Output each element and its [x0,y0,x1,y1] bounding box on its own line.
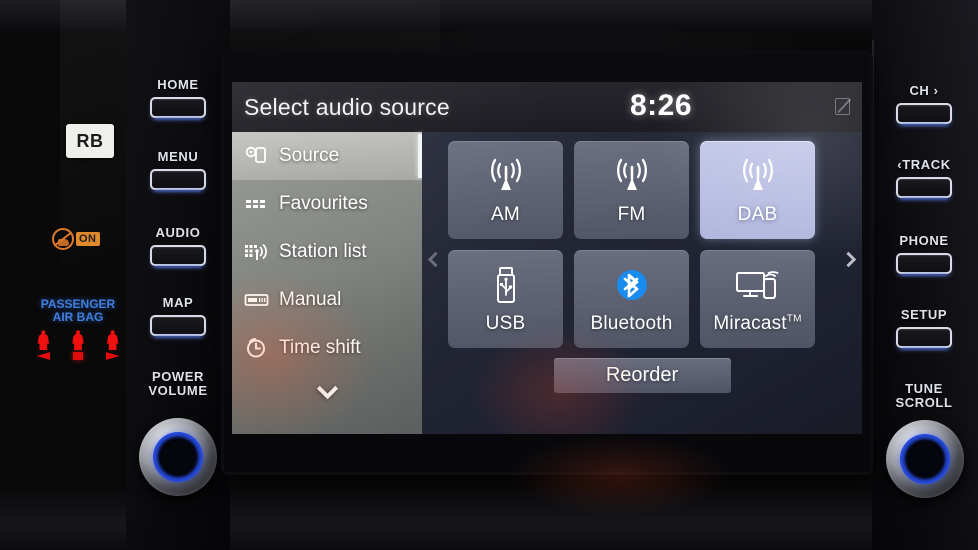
sidebar: Source Favourites Station list Manual Ti… [232,132,422,434]
airbag-figure-icon [32,330,54,360]
channel-up-button-label: CH › [909,83,939,98]
airbag-figure-icon [67,330,89,360]
radio-antenna-icon [608,154,656,200]
left-hardware-button-column: HOME MENU AUDIO MAP POWER VOLUME [126,0,230,550]
phone-button[interactable]: PHONE [872,234,976,274]
power-volume-knob[interactable] [139,418,217,496]
power-volume-label-line2: VOLUME [148,383,208,398]
source-tile-dab[interactable]: DAB [700,141,815,239]
track-back-button[interactable]: ‹TRACK [872,158,976,198]
source-selection-panel: AM FM DAB USB Bluetooth MiracastTM Reord… [422,132,862,434]
source-tile-label: USB [485,313,526,334]
track-back-button-label: ‹TRACK [897,157,951,172]
next-page-button[interactable] [839,244,857,274]
tune-scroll-knob[interactable] [886,420,964,498]
source-tile-usb[interactable]: USB [448,250,563,348]
sidebar-item-source[interactable]: Source [232,132,422,180]
home-button-label: HOME [157,77,199,92]
tune-scroll-label-line2: SCROLL [895,395,953,410]
airbag-off-state-label: ON [76,232,100,246]
no-signal-icon [835,98,850,115]
phone-button-label: PHONE [899,233,949,248]
manual-icon [244,288,270,312]
airbag-figure-icons [26,330,130,360]
source-tile-bluetooth[interactable]: Bluetooth [574,250,689,348]
source-tile-label: AM [491,204,520,225]
audio-button-label: AUDIO [155,225,201,240]
audio-button[interactable]: AUDIO [126,226,230,266]
source-tiles-row-1: AM FM DAB [448,141,836,239]
sidebar-item-label: Favourites [279,193,368,214]
reorder-button[interactable]: Reorder [553,358,731,393]
rb-badge: RB [66,124,114,158]
page-title: Select audio source [244,93,450,120]
airbag-off-icon [52,228,74,250]
tune-scroll-label-line1: TUNE [905,381,943,396]
chevron-right-icon [840,251,856,267]
channel-up-button-key[interactable] [896,103,952,124]
source-icon [244,144,270,168]
source-tile-label: Bluetooth [590,313,673,334]
map-button-label: MAP [162,295,194,310]
source-tile-fm[interactable]: FM [574,141,689,239]
radio-antenna-icon [482,154,530,200]
source-tile-label: FM [617,204,646,225]
home-button-key[interactable] [150,97,206,118]
track-back-button-key[interactable] [896,177,952,198]
favourites-icon [244,192,270,216]
passenger-airbag-line2: AIR BAG [52,310,104,324]
sidebar-scroll-down[interactable] [232,378,422,434]
tune-scroll-knob-ring [900,434,950,484]
chevron-down-icon [316,378,338,400]
trademark-symbol: TM [786,313,802,325]
clock: 8:26 [630,89,693,122]
menu-button-key[interactable] [150,169,206,190]
airbag-figure-icon [102,330,124,360]
setup-button-label: SETUP [900,307,948,322]
station-list-icon [244,240,270,264]
setup-button-key[interactable] [896,327,952,348]
bluetooth-icon [611,263,653,309]
sidebar-item-label: Time shift [279,337,361,358]
audio-button-key[interactable] [150,245,206,266]
sidebar-item-favourites[interactable]: Favourites [232,180,422,228]
sidebar-item-label: Source [279,145,340,166]
source-tile-miracast[interactable]: MiracastTM [700,250,815,348]
power-volume-knob-ring [153,432,203,482]
sidebar-item-label: Station list [279,241,367,262]
screen-title-bar: Select audio source 8:26 [232,82,862,132]
radio-antenna-icon [734,154,782,200]
chevron-left-icon [427,251,443,267]
source-tiles-row-2: USB Bluetooth MiracastTM [448,250,836,348]
dash-indicator-cluster: RB ON PASSENGER AIR BAG [0,0,128,550]
menu-button-label: MENU [157,149,199,164]
map-button[interactable]: MAP [126,296,230,336]
menu-button[interactable]: MENU [126,150,230,190]
sidebar-item-time-shift[interactable]: Time shift [232,324,422,372]
usb-stick-icon [484,263,528,309]
setup-button[interactable]: SETUP [872,308,976,348]
source-tile-label: MiracastTM [713,313,802,334]
power-volume-label-group: POWER VOLUME [126,370,230,398]
channel-up-button[interactable]: CH › [872,84,976,124]
source-tile-am[interactable]: AM [448,141,563,239]
sidebar-item-manual[interactable]: Manual [232,276,422,324]
power-volume-label-line1: POWER [151,369,205,384]
map-button-key[interactable] [150,315,206,336]
tune-scroll-label-group: TUNE SCROLL [872,382,976,410]
right-hardware-button-column: CH › ‹TRACK PHONE SETUP TUNE SCROLL [872,0,978,550]
previous-page-button[interactable] [426,244,444,274]
airbag-off-indicator: ON [52,228,100,250]
miracast-icon [733,263,783,309]
home-button[interactable]: HOME [126,78,230,118]
sidebar-item-station-list[interactable]: Station list [232,228,422,276]
sidebar-item-label: Manual [279,289,342,310]
phone-button-key[interactable] [896,253,952,274]
time-shift-icon [244,336,270,360]
passenger-airbag-label: PASSENGER AIR BAG [30,298,126,324]
source-tile-label: DAB [737,204,778,225]
infotainment-screen: Select audio source 8:26 Source Favourit… [232,82,862,434]
